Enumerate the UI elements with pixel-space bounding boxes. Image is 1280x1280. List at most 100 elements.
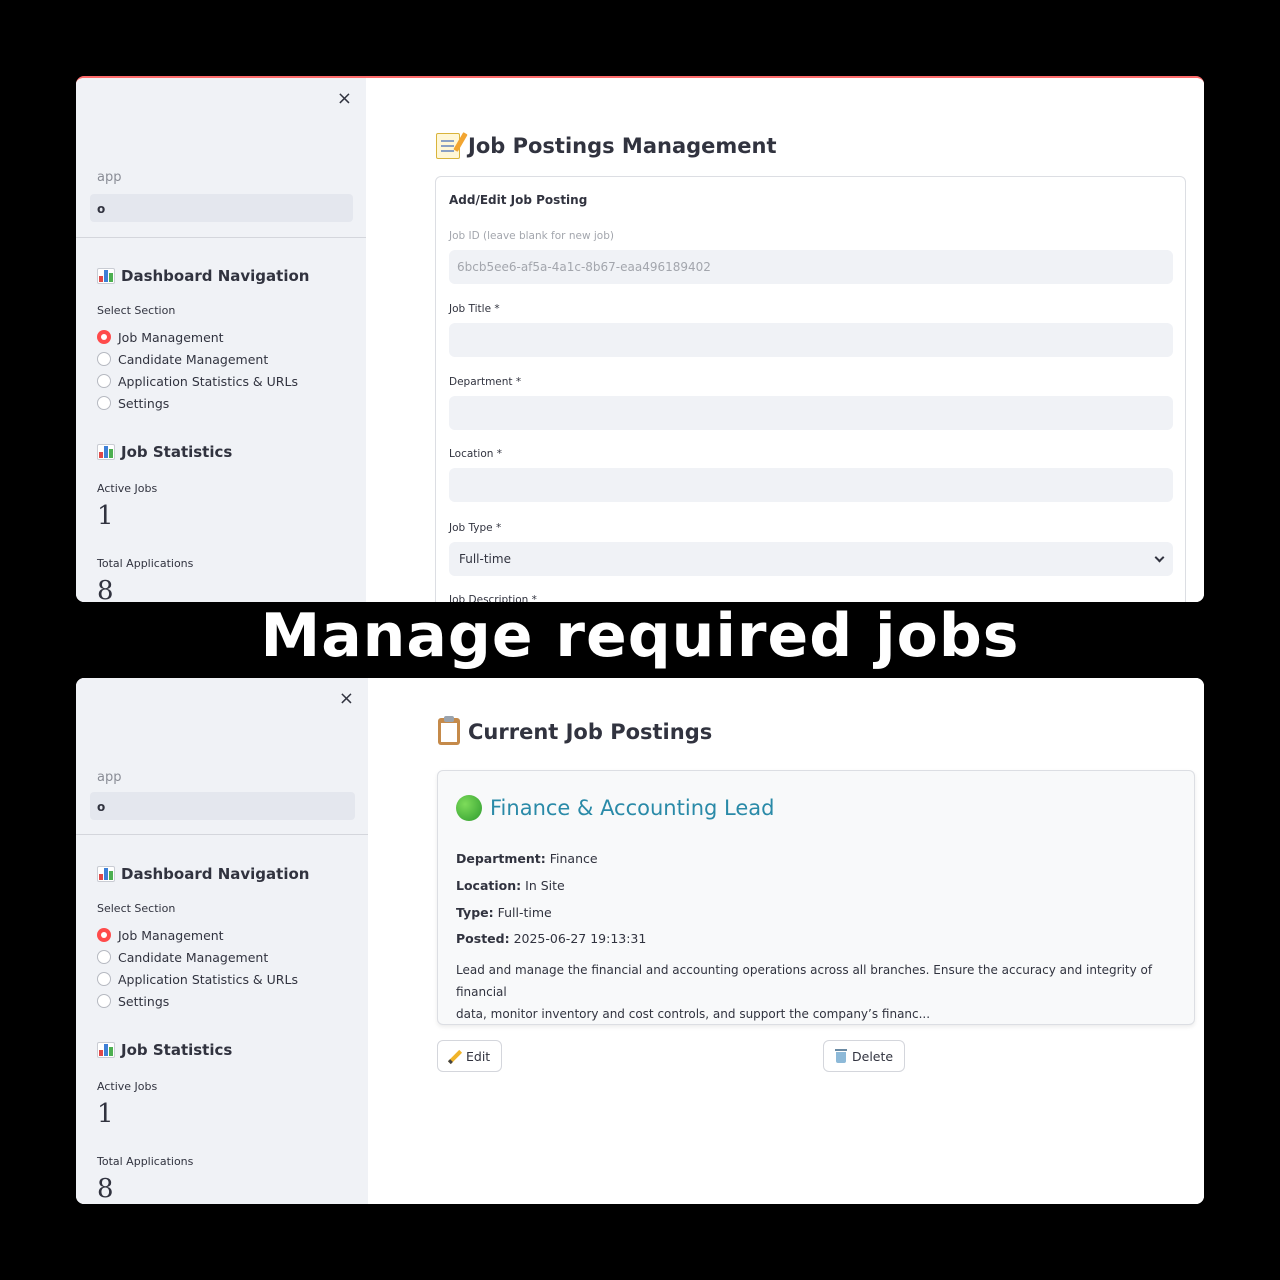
clipboard-icon (438, 716, 460, 745)
department-label: Department * (449, 376, 522, 388)
delete-button[interactable]: Delete (823, 1040, 906, 1072)
active-jobs-value: 1 (97, 501, 114, 531)
sidebar-content: Dashboard Navigation Select Section Job … (97, 862, 354, 1204)
dashboard-navigation-heading: Dashboard Navigation (97, 264, 352, 288)
job-statistics-title: Job Statistics (121, 1041, 233, 1059)
job-management-screen: × app o Dashboard Navigation Select Sect… (76, 76, 1204, 602)
job-card: Finance & Accounting Lead Department: Fi… (437, 770, 1195, 1025)
job-id-label: Job ID (leave blank for new job) (449, 230, 614, 242)
job-posted: Posted: 2025-06-27 19:13:31 (456, 931, 646, 946)
radio-label: Settings (118, 395, 170, 411)
active-jobs-label: Active Jobs (97, 1080, 158, 1093)
chevron-down-icon (1154, 552, 1165, 562)
radio-selected-icon (97, 330, 111, 344)
job-title-input[interactable] (449, 323, 1173, 357)
job-type: Type: Full-time (456, 905, 552, 920)
edit-button[interactable]: Edit (437, 1040, 503, 1072)
sidebar: × app o Dashboard Navigation Select Sect… (76, 78, 366, 602)
job-type-value: Full-time (459, 552, 511, 566)
total-applications-value: 8 (97, 1174, 114, 1204)
section-radio-group: Job Management Candidate Management Appl… (97, 924, 354, 1012)
active-jobs-value: 1 (97, 1099, 114, 1129)
radio-selected-icon (97, 928, 111, 942)
type-key: Type: (456, 905, 494, 920)
radio-unselected-icon (97, 396, 111, 410)
radio-candidate-management[interactable]: Candidate Management (97, 946, 354, 968)
banner-caption: Manage required jobs (260, 601, 1020, 671)
active-jobs-label: Active Jobs (97, 482, 158, 495)
job-card-title: Finance & Accounting Lead (456, 795, 774, 821)
close-icon[interactable]: × (337, 90, 352, 108)
bar-chart-icon (97, 444, 115, 460)
job-department: Department: Finance (456, 851, 598, 866)
radio-label: Application Statistics & URLs (118, 373, 298, 389)
sidebar-divider (76, 834, 368, 835)
radio-unselected-icon (97, 972, 111, 986)
radio-candidate-management[interactable]: Candidate Management (97, 348, 352, 370)
job-posting-form: Add/Edit Job Posting Job ID (leave blank… (435, 176, 1186, 602)
radio-label: Application Statistics & URLs (118, 971, 298, 987)
close-icon[interactable]: × (339, 690, 354, 708)
radio-label: Candidate Management (118, 351, 269, 367)
radio-unselected-icon (97, 352, 111, 366)
section-radio-group: Job Management Candidate Management Appl… (97, 326, 352, 414)
page-title: Current Job Postings (438, 716, 713, 745)
radio-job-management[interactable]: Job Management (97, 326, 352, 348)
radio-unselected-icon (97, 994, 111, 1008)
job-description-line: Lead and manage the financial and accoun… (456, 963, 1153, 999)
bar-chart-icon (97, 866, 115, 882)
app-input[interactable]: o (90, 194, 353, 222)
department-key: Department: (456, 851, 546, 866)
current-postings-screen: × app o Dashboard Navigation Select Sect… (76, 678, 1204, 1204)
delete-label: Delete (852, 1048, 894, 1064)
job-title-label: Job Title * (449, 303, 500, 315)
posted-key: Posted: (456, 931, 510, 946)
green-circle-icon (456, 795, 482, 821)
dashboard-navigation-heading: Dashboard Navigation (97, 862, 354, 886)
radio-application-statistics[interactable]: Application Statistics & URLs (97, 370, 352, 392)
department-input[interactable] (449, 396, 1173, 430)
location-label: Location * (449, 448, 502, 460)
job-type-select[interactable]: Full-time (449, 542, 1173, 576)
job-statistics-title: Job Statistics (121, 443, 233, 461)
app-input[interactable]: o (90, 792, 355, 820)
type-value: Full-time (497, 905, 552, 920)
sidebar-divider (76, 237, 366, 238)
trash-icon (835, 1049, 847, 1063)
app-label: app (97, 770, 122, 785)
main-content: Current Job Postings Finance & Accountin… (368, 678, 1204, 1204)
job-statistics-heading: Job Statistics (97, 440, 352, 464)
pencil-icon (449, 1050, 461, 1062)
location-input[interactable] (449, 468, 1173, 502)
total-applications-label: Total Applications (97, 557, 194, 570)
job-location: Location: In Site (456, 878, 565, 893)
location-value: In Site (525, 878, 565, 893)
total-applications-label: Total Applications (97, 1155, 194, 1168)
form-heading: Add/Edit Job Posting (449, 193, 588, 207)
select-section-label: Select Section (97, 902, 176, 915)
bar-chart-icon (97, 268, 115, 284)
radio-unselected-icon (97, 374, 111, 388)
radio-application-statistics[interactable]: Application Statistics & URLs (97, 968, 354, 990)
page-title-text: Current Job Postings (468, 719, 713, 744)
job-statistics-heading: Job Statistics (97, 1038, 354, 1062)
dashboard-navigation-title: Dashboard Navigation (121, 267, 310, 285)
radio-label: Candidate Management (118, 949, 269, 965)
job-description-line: data, monitor inventory and cost control… (456, 1007, 931, 1021)
sidebar: × app o Dashboard Navigation Select Sect… (76, 678, 368, 1204)
edit-label: Edit (466, 1048, 491, 1064)
page-title: Job Postings Management (436, 133, 777, 159)
main-content: Job Postings Management Add/Edit Job Pos… (366, 78, 1204, 602)
radio-label: Settings (118, 993, 170, 1009)
radio-job-management[interactable]: Job Management (97, 924, 354, 946)
job-type-label: Job Type * (449, 522, 502, 534)
radio-label: Job Management (118, 329, 224, 345)
department-value: Finance (549, 851, 598, 866)
posted-value: 2025-06-27 19:13:31 (513, 931, 647, 946)
radio-settings[interactable]: Settings (97, 990, 354, 1012)
job-id-input: 6bcb5ee6-af5a-4a1c-8b67-eaa496189402 (449, 250, 1173, 284)
sidebar-content: Dashboard Navigation Select Section Job … (97, 264, 352, 602)
radio-settings[interactable]: Settings (97, 392, 352, 414)
radio-label: Job Management (118, 927, 224, 943)
select-section-label: Select Section (97, 304, 176, 317)
